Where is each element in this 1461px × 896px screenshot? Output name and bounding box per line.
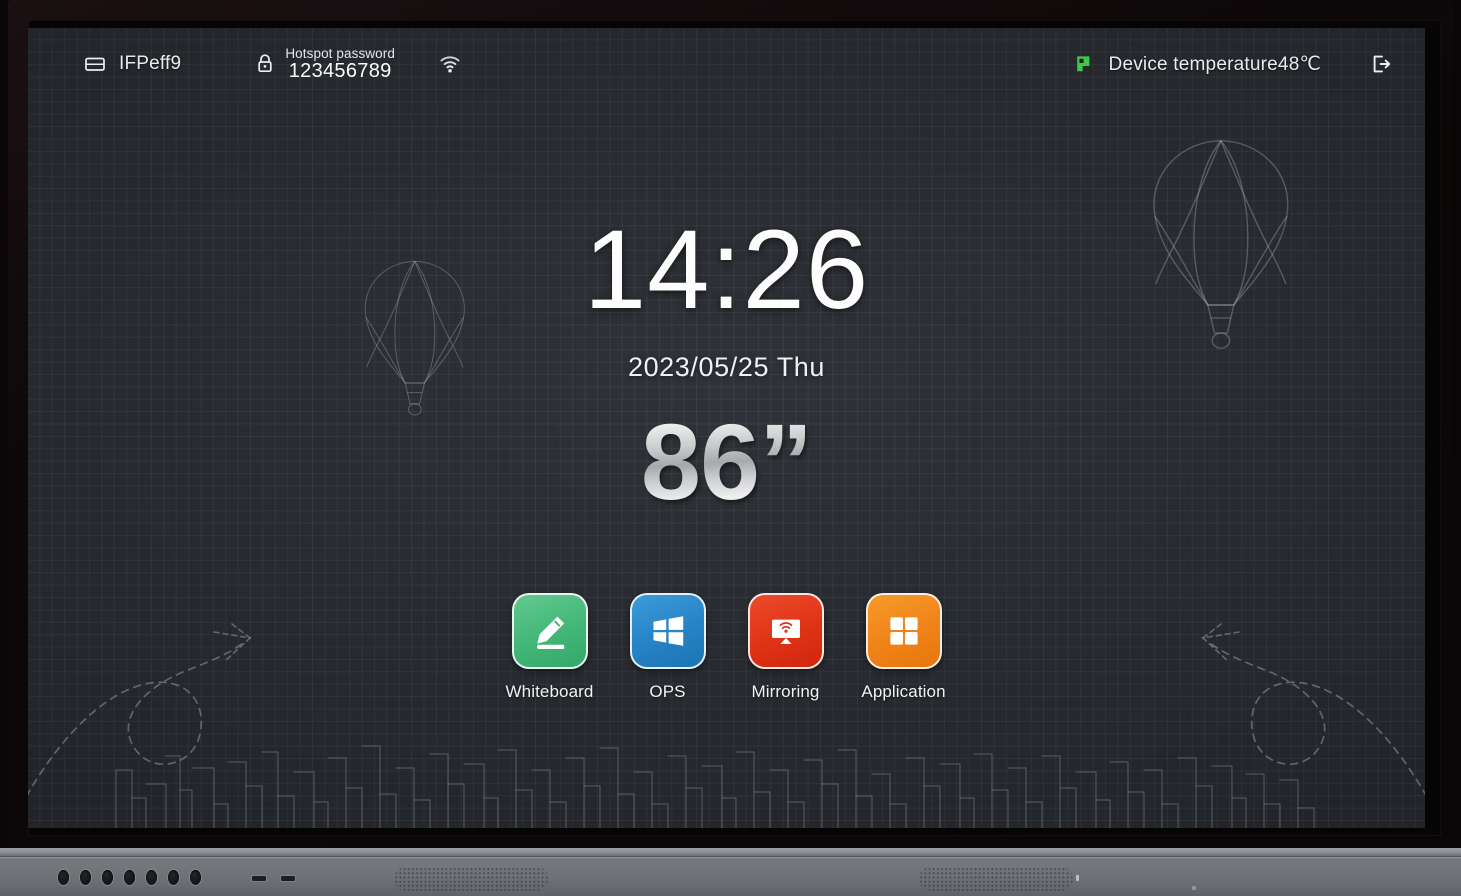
front-port[interactable] bbox=[80, 870, 91, 885]
app-ops-tile[interactable] bbox=[629, 593, 706, 669]
speaker-grille-left bbox=[394, 867, 548, 891]
front-port[interactable] bbox=[102, 870, 113, 885]
front-slot[interactable] bbox=[281, 876, 295, 881]
front-port[interactable] bbox=[190, 870, 201, 885]
app-application-tile[interactable] bbox=[865, 593, 942, 669]
front-port[interactable] bbox=[168, 870, 179, 885]
app-mirroring-tile[interactable] bbox=[747, 593, 824, 669]
screen-size-badge: 86” bbox=[631, 404, 822, 519]
hotspot-password-group[interactable]: Hotspot password 123456789 bbox=[255, 45, 395, 82]
front-port[interactable] bbox=[58, 870, 69, 885]
display-panel-icon bbox=[84, 53, 106, 75]
chassis-screw bbox=[1192, 886, 1196, 890]
app-ops[interactable]: OPS bbox=[628, 593, 708, 702]
app-whiteboard[interactable]: Whiteboard bbox=[506, 593, 593, 702]
logout-icon bbox=[1369, 52, 1393, 76]
front-slot-row[interactable] bbox=[252, 876, 295, 881]
logout-button[interactable] bbox=[1369, 52, 1393, 76]
pencil-icon bbox=[536, 616, 564, 649]
wifi-status-group[interactable] bbox=[439, 55, 461, 73]
temperature-icon bbox=[1073, 53, 1095, 75]
lock-icon bbox=[255, 53, 275, 75]
interactive-flat-panel-display: IFPeff9 Hotspot password 123456789 Devic… bbox=[0, 0, 1461, 896]
device-bottom-chassis bbox=[0, 848, 1461, 896]
wifi-signal-icon bbox=[439, 55, 461, 73]
status-bar: IFPeff9 Hotspot password 123456789 Devic… bbox=[28, 28, 1425, 100]
chassis-highlight bbox=[0, 857, 1461, 860]
device-name-label: IFPeff9 bbox=[119, 53, 182, 74]
clock-date: 2023/05/25 Thu bbox=[627, 352, 826, 382]
grid-apps-icon bbox=[889, 617, 918, 645]
front-slot[interactable] bbox=[252, 876, 266, 881]
app-application[interactable]: Application bbox=[861, 593, 946, 702]
app-mirroring[interactable]: Mirroring bbox=[746, 593, 826, 702]
chassis-lip bbox=[0, 848, 1461, 857]
front-port[interactable] bbox=[146, 870, 157, 885]
center-info-cluster: 14:26 2023/05/25 Thu 86” bbox=[28, 28, 1425, 828]
app-whiteboard-label: Whiteboard bbox=[505, 682, 594, 701]
chassis-indicator bbox=[1076, 875, 1079, 881]
windows-logo-icon bbox=[653, 616, 683, 646]
app-application-label: Application bbox=[861, 682, 946, 701]
hotspot-password-label: Hotspot password bbox=[285, 45, 395, 61]
front-port-row[interactable] bbox=[58, 870, 201, 885]
app-mirroring-label: Mirroring bbox=[751, 682, 820, 701]
device-name-group[interactable]: IFPeff9 bbox=[84, 53, 181, 75]
speaker-grille-right bbox=[919, 867, 1073, 891]
front-port[interactable] bbox=[124, 870, 135, 885]
device-temperature-label: Device temperature48℃ bbox=[1108, 53, 1321, 75]
screen-content[interactable]: IFPeff9 Hotspot password 123456789 Devic… bbox=[28, 28, 1425, 828]
app-dock: Whiteboard OPS Mirroring Application bbox=[506, 593, 946, 702]
app-whiteboard-tile[interactable] bbox=[511, 593, 588, 669]
clock-time: 14:26 bbox=[583, 207, 870, 332]
app-ops-label: OPS bbox=[649, 682, 686, 701]
screen-cast-icon bbox=[771, 619, 800, 644]
device-temperature-group[interactable]: Device temperature48℃ bbox=[1073, 53, 1321, 76]
hotspot-password-value: 123456789 bbox=[288, 59, 392, 82]
